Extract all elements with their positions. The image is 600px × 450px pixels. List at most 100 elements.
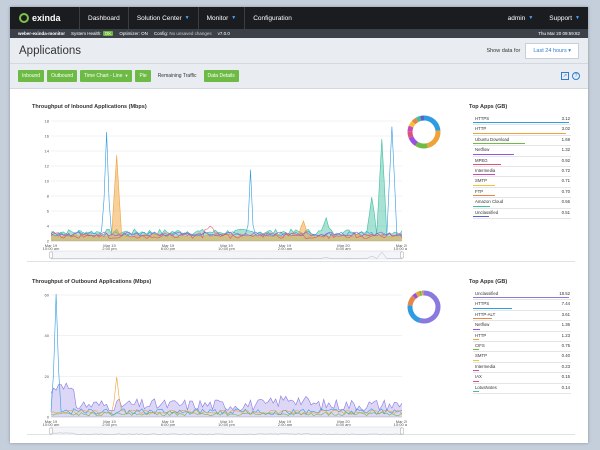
chevron-down-icon: ▼ — [124, 73, 129, 78]
time-range-select[interactable]: Last 24 hours ▾ — [525, 42, 579, 59]
exinda-logo[interactable]: exinda — [19, 13, 79, 23]
navigator-handle[interactable] — [49, 427, 53, 435]
y-tick-label: 10 — [45, 179, 50, 184]
user-label: admin — [507, 14, 526, 22]
hostname: weber-exinda-monitor — [18, 31, 66, 36]
donut-slice[interactable] — [408, 120, 416, 128]
y-tick-label: 60 — [45, 293, 50, 298]
nav-monitor[interactable]: Monitor ▼ — [197, 7, 245, 29]
navigator-handle[interactable] — [49, 251, 53, 259]
app-row[interactable]: LotusNotes 0.14 — [473, 384, 571, 394]
outbound-donut[interactable] — [406, 289, 442, 325]
app-name: FTP — [475, 188, 484, 194]
outbound-button[interactable]: Outbound — [47, 70, 78, 82]
app-row[interactable]: SMTP 0.40 — [473, 352, 571, 363]
app-row[interactable]: Intermedia 0.23 — [473, 363, 571, 374]
app-row[interactable]: HTTPS 3.12 — [473, 115, 571, 126]
nav-dashboard[interactable]: Dashboard — [79, 7, 128, 29]
donut-slice[interactable] — [408, 136, 418, 146]
config-status: No unsaved changes — [169, 31, 212, 36]
donut-slice[interactable] — [415, 291, 421, 298]
page-title: Applications — [19, 44, 82, 57]
outbound-chart[interactable]: 6040200Mar 19 Mar 19 Mar 19 Mar 19 Mar 19 Mar… — [27, 269, 407, 435]
top-navigation: exinda Dashboard Solution Center ▼ Monito… — [10, 7, 588, 29]
nav-label: Configuration — [253, 14, 292, 22]
donut-slice[interactable] — [415, 115, 422, 122]
nav-configuration[interactable]: Configuration — [244, 7, 300, 29]
title-bar: Applications Show data for Last 24 hours… — [10, 38, 588, 64]
series-line[interactable] — [50, 126, 403, 237]
pie-button[interactable]: Pie — [135, 70, 151, 82]
time-chart-line-button[interactable]: Time Chart - Line ▼ — [80, 70, 133, 82]
navigator-tick-label: 10:00 am — [394, 422, 407, 427]
data-details-button[interactable]: Data Details — [203, 70, 239, 82]
nav-solution-center[interactable]: Solution Center ▼ — [127, 7, 198, 29]
app-value: 0.15 — [561, 374, 570, 380]
inbound-donut[interactable] — [406, 114, 442, 150]
donut-slice[interactable] — [423, 115, 441, 132]
series-line[interactable] — [51, 155, 403, 239]
app-row[interactable]: Netflow 1.32 — [473, 146, 571, 157]
app-bar — [473, 122, 569, 124]
app-row[interactable]: CIFS 0.75 — [473, 342, 571, 353]
inbound-chart[interactable]: 18161412108642Mar 19 Mar 19 Mar 19 Mar 19 Ma… — [27, 91, 407, 262]
donut-slice[interactable] — [407, 131, 414, 139]
button-label: Pie — [139, 73, 147, 79]
app-bar — [473, 380, 479, 382]
app-row[interactable]: HTTP 3.02 — [473, 125, 571, 136]
app-row[interactable]: Unclassified 0.51 — [473, 209, 571, 219]
app-row[interactable]: Netflow 1.36 — [473, 321, 571, 332]
range-navigator[interactable] — [50, 426, 403, 435]
app-row[interactable]: MPEG 0.92 — [473, 157, 571, 167]
optimizer-status[interactable]: ON — [141, 31, 148, 36]
navigator-tick-label: 10:00 pm — [218, 422, 235, 427]
app-row[interactable]: Amazon Cloud 0.56 — [473, 198, 571, 209]
support-label: Support — [549, 14, 573, 22]
y-tick-label: 4 — [47, 224, 50, 229]
help-icon[interactable]: ? — [572, 72, 580, 80]
app-row[interactable]: IAX 0.15 — [473, 373, 571, 384]
range-navigator[interactable] — [50, 250, 403, 260]
remaining-traffic-toggle[interactable]: Remaining Traffic — [154, 73, 201, 79]
user-menu[interactable]: admin ▼ — [500, 7, 542, 29]
app-bar — [473, 153, 514, 155]
donut-slice[interactable] — [426, 130, 441, 149]
app-value: 0.40 — [561, 353, 570, 359]
navigator-handle[interactable] — [400, 427, 404, 435]
button-label: Time Chart - Line — [84, 73, 123, 79]
app-row[interactable]: Intermedia 0.72 — [473, 167, 571, 178]
app-name: Intermedia — [475, 167, 496, 173]
navigator-handle[interactable] — [400, 251, 404, 259]
donut-slice[interactable] — [407, 295, 416, 306]
donut-slice[interactable] — [411, 117, 419, 125]
export-icon[interactable]: ↗ — [561, 72, 569, 80]
navigator-scrollbar[interactable] — [51, 261, 402, 262]
inbound-button[interactable]: Inbound — [18, 70, 45, 82]
y-tick-label: 8 — [47, 194, 50, 199]
chevron-down-icon: ▼ — [184, 15, 190, 21]
donut-slice[interactable] — [407, 305, 421, 323]
app-bar — [473, 184, 495, 186]
donut-slice[interactable] — [415, 141, 428, 149]
inbound-apps-title: Top Apps (GB) — [469, 104, 508, 110]
y-tick-label: 12 — [45, 164, 50, 169]
donut-slice[interactable] — [407, 125, 414, 132]
support-menu[interactable]: Support ▼ — [541, 7, 588, 29]
donut-slice[interactable] — [412, 292, 419, 299]
app-row[interactable]: HTTPS 7.44 — [473, 300, 571, 311]
app-row[interactable]: Ubuntu Download 1.69 — [473, 136, 571, 147]
navigator-tick-label: 6:00 am — [336, 246, 351, 251]
series-line[interactable] — [50, 293, 403, 415]
app-row[interactable]: HTTP 1.23 — [473, 332, 571, 342]
app-row[interactable]: FTP 0.70 — [473, 188, 571, 199]
app-value: 3.61 — [561, 311, 570, 317]
donut-slice[interactable] — [419, 290, 441, 324]
app-row[interactable]: Unclassified 18.52 — [473, 290, 571, 301]
app-row[interactable]: HTTP-ALT 3.61 — [473, 311, 571, 322]
app-name: HTTP — [475, 126, 487, 132]
time-range-value: Last 24 hours — [533, 47, 567, 54]
app-row[interactable]: SMTP 0.71 — [473, 177, 571, 188]
health-badge[interactable]: OK — [102, 31, 114, 36]
show-data-label: Show data for — [486, 47, 521, 54]
series-line[interactable] — [50, 138, 403, 236]
